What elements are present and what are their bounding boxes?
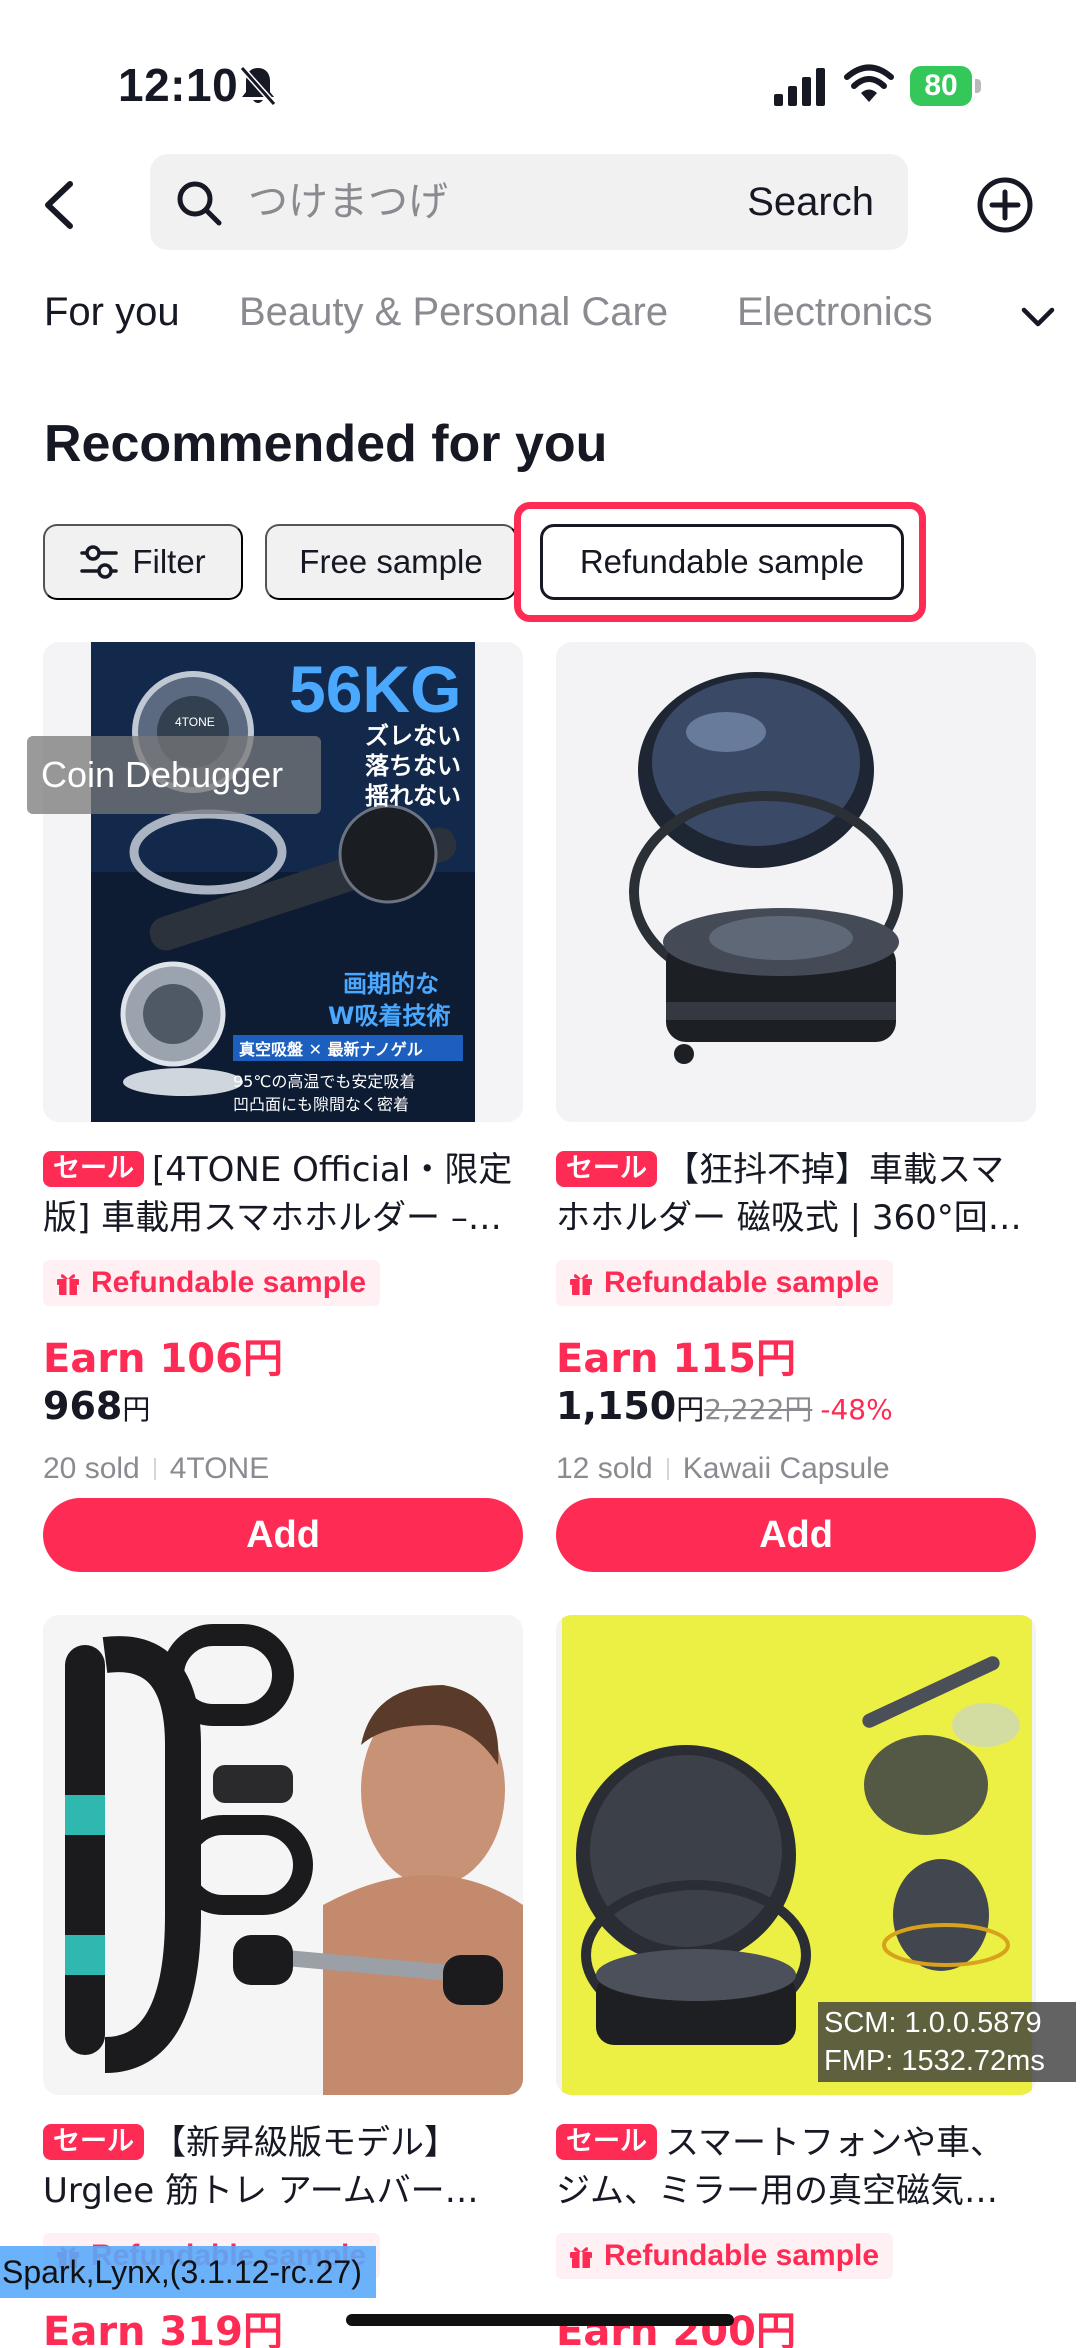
home-indicator[interactable]	[346, 2314, 734, 2326]
product-image-art: 56KG ズレない 落ちない 揺れない 画期的な W吸着技術 真空吸盤 ✕ 最新…	[43, 642, 523, 1122]
product-title: セール 【新昇級版モデル】Urglee 筋トレ アームバー…	[43, 2119, 523, 2215]
add-circle-icon[interactable]	[976, 176, 1034, 234]
filter-label: Filter	[132, 543, 206, 580]
product-card[interactable]: セール 【狂抖不掉】車載スマホホルダー 磁吸式 | 360°回… Refundab…	[556, 642, 1036, 1582]
earn-commission: Earn 115円	[556, 1336, 796, 1382]
free-sample-chip[interactable]: Free sample	[265, 524, 517, 600]
coin-debugger-overlay[interactable]: Coin Debugger	[27, 736, 321, 814]
sale-badge: セール	[43, 2124, 144, 2160]
earn-commission: Earn 319円	[43, 2309, 283, 2348]
divider	[153, 1458, 156, 1480]
add-button[interactable]: Add	[556, 1498, 1036, 1572]
product-image: 56KG ズレない 落ちない 揺れない 画期的な W吸着技術 真空吸盤 ✕ 最新…	[43, 642, 523, 1122]
image-weight-text: 56KG	[289, 652, 461, 726]
product-card[interactable]: セール【新昇級版モデル】Urglee 筋トレ アームバー… Refundable…	[43, 1615, 523, 2348]
product-title: セール 【狂抖不掉】車載スマホホルダー 磁吸式 | 360°回…	[556, 1146, 1036, 1242]
gift-icon	[570, 1274, 592, 1295]
image-text-line1: ズレない	[365, 722, 461, 750]
back-arrow-icon[interactable]	[40, 178, 80, 232]
tab-beauty-personal-care[interactable]: Beauty & Personal Care	[239, 290, 668, 335]
price-row: 1,150円2,222円 -48%	[556, 1384, 893, 1428]
chevron-down-icon[interactable]	[1018, 302, 1058, 332]
search-bar[interactable]: Search	[150, 154, 908, 250]
bell-slash-icon	[239, 66, 277, 106]
category-tabs: For you Beauty & Personal Care Electroni…	[0, 282, 1080, 352]
image-note-line2: 凹凸面にも隙間なく密着	[233, 1095, 409, 1114]
refundable-sample-tag: Refundable sample	[556, 2233, 894, 2279]
filter-chips: Filter Free sample Refundable sample	[0, 522, 1080, 602]
product-image-art	[556, 642, 1036, 1122]
price-currency: 円	[676, 1393, 705, 1426]
tab-electronics[interactable]: Electronics	[737, 290, 933, 335]
refundable-sample-tag: Refundable sample	[556, 1260, 894, 1306]
status-bar: 12:10 80	[0, 0, 1080, 150]
refundable-sample-tag-label: Refundable sample	[604, 2239, 880, 2272]
refundable-sample-chip[interactable]: Refundable sample	[540, 524, 904, 600]
product-image	[43, 1615, 523, 2095]
status-time: 12:10	[118, 59, 239, 111]
earn-commission: Earn 106円	[43, 1336, 283, 1382]
cellular-signal-icon	[774, 68, 825, 106]
add-button[interactable]: Add	[43, 1498, 523, 1572]
fmp-timing: FMP: 1532.72ms	[824, 2045, 1045, 2077]
image-text-line2: 落ちない	[365, 752, 461, 780]
sold-row: 12 sold Kawaii Capsule	[556, 1452, 890, 1486]
filter-sliders-icon	[80, 545, 119, 579]
sold-row: 20 sold 4TONE	[43, 1452, 269, 1486]
search-icon	[177, 181, 222, 226]
divider	[666, 1458, 669, 1480]
battery-indicator: 80	[910, 66, 982, 106]
price: 1,150	[556, 1384, 677, 1428]
image-tech-text: 真空吸盤 ✕ 最新ナノゲル	[239, 1040, 423, 1059]
section-title: Recommended for you	[44, 415, 608, 473]
product-image-art	[43, 1615, 523, 2095]
sale-badge: セール	[556, 2124, 657, 2160]
wifi-icon	[844, 64, 894, 102]
image-brand-text: 4TONE	[175, 715, 215, 729]
battery-tip	[975, 79, 981, 93]
product-card[interactable]: セール スマートフォンや車、ジム、ミラー用の真空磁気… Refundable sa…	[556, 1615, 1036, 2348]
gift-icon	[57, 1274, 79, 1295]
image-note-line1: 95℃の高温でも安定吸着	[233, 1072, 415, 1091]
product-image	[556, 642, 1036, 1122]
filter-button[interactable]: Filter	[43, 524, 243, 600]
battery-level: 80	[910, 66, 972, 106]
search-button[interactable]: Search	[747, 174, 874, 230]
product-title: セール [4TONE Official・限定版] 車載用スマホホルダー –…	[43, 1146, 523, 1242]
gift-icon	[570, 2247, 592, 2268]
product-title: セール スマートフォンや車、ジム、ミラー用の真空磁気…	[556, 2119, 1036, 2215]
price-currency: 円	[122, 1393, 151, 1426]
original-price: 2,222円	[704, 1393, 813, 1426]
search-header: Search	[0, 150, 1080, 254]
tab-for-you[interactable]: For you	[44, 290, 180, 335]
refundable-sample-tag-label: Refundable sample	[604, 1266, 880, 1299]
search-input[interactable]	[248, 174, 688, 230]
price-row: 968円	[43, 1384, 150, 1428]
sale-badge: セール	[43, 1151, 144, 1187]
image-feature-line2: W吸着技術	[328, 1002, 450, 1030]
scm-version: SCM: 1.0.0.5879	[824, 2007, 1042, 2039]
refundable-sample-tag-label: Refundable sample	[91, 1266, 367, 1299]
shop-name[interactable]: Kawaii Capsule	[683, 1452, 890, 1485]
sale-badge: セール	[556, 1151, 657, 1187]
price: 968	[43, 1384, 123, 1428]
image-feature-line1: 画期的な	[343, 970, 439, 998]
refundable-sample-tag: Refundable sample	[43, 1260, 381, 1306]
scm-debug-overlay: SCM: 1.0.0.5879 FMP: 1532.72ms	[818, 2002, 1076, 2082]
spark-lynx-debug-overlay: Spark,Lynx,(3.1.12-rc.27)	[0, 2246, 376, 2298]
discount-percent: -48%	[820, 1393, 893, 1426]
shop-name[interactable]: 4TONE	[170, 1452, 269, 1485]
sold-count: 20 sold	[43, 1452, 140, 1485]
image-text-line3: 揺れない	[365, 782, 461, 810]
sold-count: 12 sold	[556, 1452, 653, 1485]
